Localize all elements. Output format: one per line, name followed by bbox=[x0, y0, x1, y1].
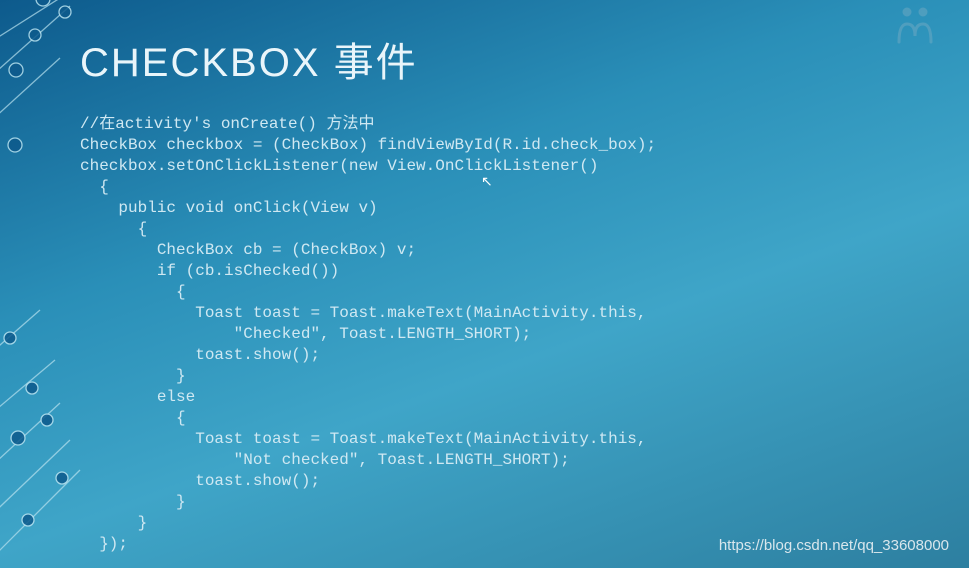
slide-content: CHECKBOX 事件 //在activity's onCreate() 方法中… bbox=[0, 0, 969, 568]
footer-url: https://blog.csdn.net/qq_33608000 bbox=[719, 537, 949, 554]
slide-title: CHECKBOX 事件 bbox=[80, 30, 969, 88]
code-block: //在activity's onCreate() 方法中 CheckBox ch… bbox=[80, 114, 969, 555]
